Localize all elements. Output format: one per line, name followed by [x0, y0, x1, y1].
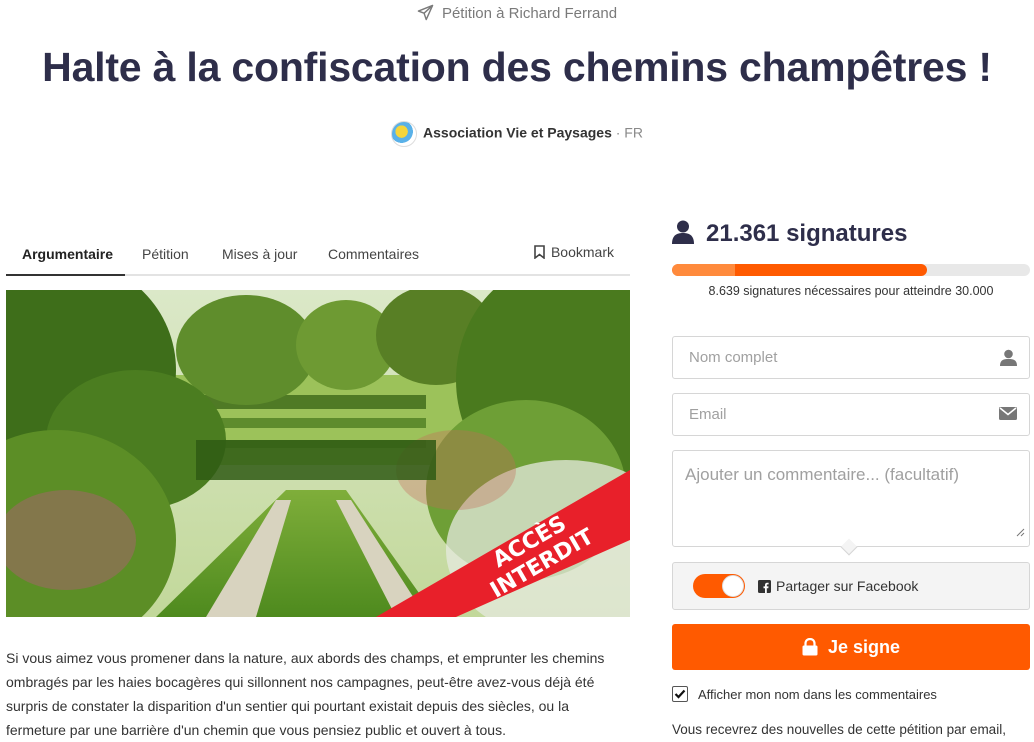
active-tab-indicator — [6, 274, 125, 276]
progress-fill — [672, 264, 927, 276]
signature-count-label: 21.361 signatures — [706, 220, 908, 247]
name-field[interactable] — [672, 336, 1030, 379]
petition-tabs: Argumentaire Pétition Mises à jour Comme… — [6, 234, 630, 276]
bookmark-button[interactable]: Bookmark — [534, 244, 614, 262]
petition-recipient: Pétition à Richard Ferrand — [0, 4, 1034, 25]
envelope-icon — [999, 406, 1017, 426]
user-icon — [672, 220, 694, 251]
facebook-icon — [758, 580, 771, 598]
comment-field[interactable] — [672, 450, 1030, 556]
comment-textarea[interactable] — [673, 451, 1029, 546]
newsletter-notice: Vous recevrez des nouvelles de cette pét… — [672, 722, 1006, 737]
resize-grip-icon[interactable] — [1015, 524, 1025, 542]
facebook-share: Partager sur Facebook — [672, 562, 1030, 610]
tab-argumentaire[interactable]: Argumentaire — [22, 246, 113, 262]
author-avatar[interactable] — [391, 121, 418, 147]
facebook-share-toggle[interactable] — [693, 574, 745, 598]
email-input[interactable] — [673, 394, 973, 434]
bookmark-icon — [534, 245, 545, 262]
petition-image: ACCÈS INTERDIT — [6, 290, 630, 617]
signature-progress-bar — [672, 264, 1030, 276]
petition-author: Association Vie et Paysages · FR — [0, 121, 1034, 147]
paper-plane-icon — [417, 4, 434, 25]
signatures-needed: 8.639 signatures nécessaires pour attein… — [708, 284, 994, 298]
show-name-checkbox[interactable] — [672, 686, 688, 702]
sign-button-label: Je signe — [827, 637, 901, 657]
author-country: · FR — [611, 124, 643, 141]
author-name[interactable]: Association Vie et Paysages — [423, 125, 612, 141]
lock-icon — [802, 627, 818, 673]
user-field-icon — [1000, 349, 1017, 371]
show-name-label: Afficher mon nom dans les commentaires — [698, 687, 937, 702]
bookmark-label: Bookmark — [550, 244, 614, 260]
facebook-share-label: Partager sur Facebook — [776, 578, 919, 594]
tab-petition[interactable]: Pétition — [142, 246, 189, 262]
page-title: Halte à la confiscation des chemins cham… — [42, 44, 992, 90]
signature-count: 21.361 signatures — [672, 220, 907, 251]
petition-body: Si vous aimez vous promener dans la natu… — [6, 650, 605, 738]
name-input[interactable] — [673, 337, 973, 377]
tab-mises-a-jour[interactable]: Mises à jour — [222, 246, 297, 262]
tab-commentaires[interactable]: Commentaires — [328, 246, 419, 262]
email-field[interactable] — [672, 393, 1030, 436]
sign-button[interactable]: Je signe — [672, 624, 1030, 670]
show-name-option: Afficher mon nom dans les commentaires — [672, 686, 937, 702]
recipient-text: Pétition à Richard Ferrand — [441, 5, 618, 22]
